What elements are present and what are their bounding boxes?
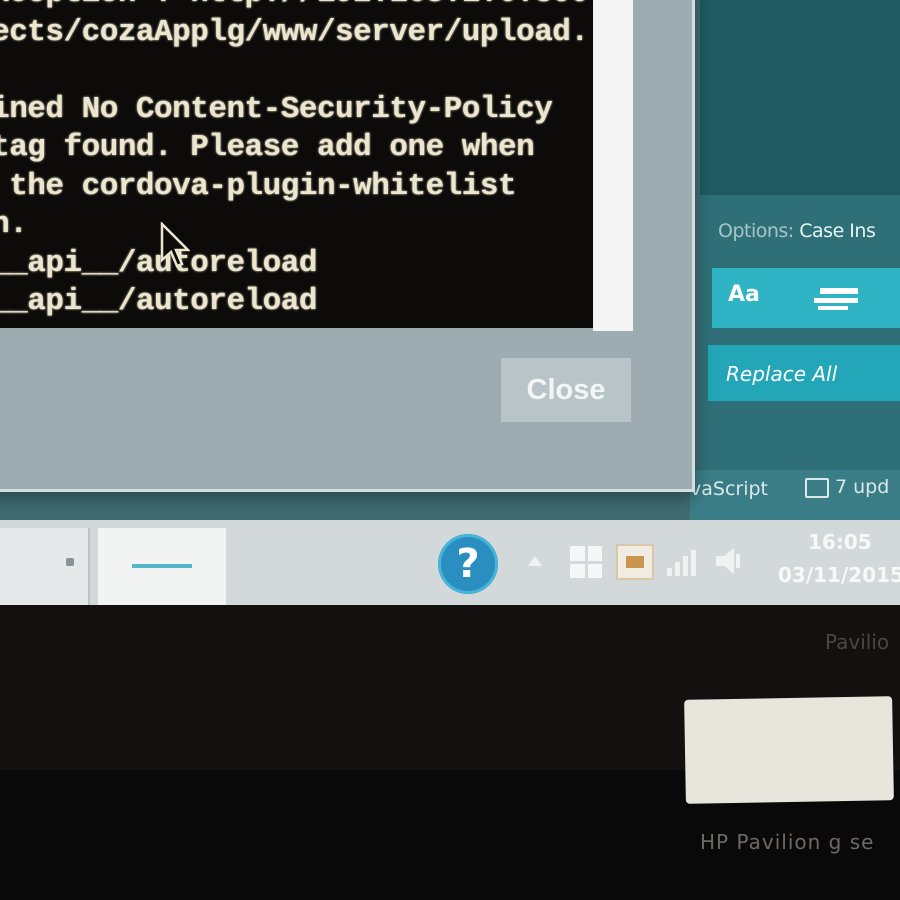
console-line: in.: [0, 207, 28, 242]
whole-word-icon[interactable]: [812, 286, 862, 312]
model-label: HP Pavilion g se: [700, 830, 875, 854]
replace-all-button[interactable]: Replace All: [726, 362, 837, 386]
options-value[interactable]: Case Ins: [799, 220, 876, 242]
taskbar-app-item[interactable]: [0, 528, 90, 606]
bezel-brand-label: Pavilio: [825, 630, 890, 654]
console-line: /__api__/autoreload: [0, 284, 317, 319]
clock-time[interactable]: 16:05: [808, 530, 872, 554]
taskbar-app-item-active[interactable]: [98, 528, 226, 606]
match-case-toggle[interactable]: Aa: [728, 282, 760, 307]
show-hidden-icons-icon[interactable]: [528, 556, 542, 566]
language-mode[interactable]: vaScript: [690, 478, 768, 500]
console-line: /__api__/autoreload: [0, 245, 317, 281]
close-button[interactable]: Close: [501, 358, 631, 422]
editor-panel-header: [700, 0, 900, 195]
console-text: Exception":"http://192.168.1.6:300 jects…: [0, 0, 589, 322]
clock-date[interactable]: 03/11/2015: [778, 563, 900, 587]
network-icon[interactable]: [665, 546, 697, 578]
app-indicator: [66, 558, 74, 566]
console-line: ained No Content-Security-Policy: [0, 91, 553, 127]
laptop-screen: Options: Case Ins Aa Replace All vaScrip…: [0, 0, 900, 600]
updates-indicator[interactable]: 7 upd: [805, 476, 889, 498]
active-indicator: [132, 564, 192, 568]
help-icon[interactable]: ?: [438, 534, 498, 594]
power-icon[interactable]: [616, 544, 654, 580]
flag-icon[interactable]: [570, 546, 602, 578]
output-dialog: Exception":"http://192.168.1.6:300 jects…: [0, 0, 695, 492]
options-label: Options:: [718, 220, 794, 242]
gift-icon: [805, 477, 829, 498]
console-line: Exception":"http://192.168.1.6:300: [0, 0, 589, 11]
volume-icon[interactable]: [712, 544, 744, 578]
updates-count: 7 upd: [835, 476, 890, 498]
laptop-sticker: [684, 696, 894, 804]
console-line: g the cordova-plugin-whitelist: [0, 168, 517, 204]
mouse-cursor-icon: [160, 222, 190, 268]
search-options-line: Options: Case Ins: [718, 220, 876, 242]
console-line: tag found. Please add one when: [0, 130, 535, 165]
console-scrollbar[interactable]: [593, 0, 633, 331]
console-output: Exception":"http://192.168.1.6:300 jects…: [0, 0, 593, 328]
console-line: jects/cozaApplg/www/server/upload.: [0, 14, 589, 50]
